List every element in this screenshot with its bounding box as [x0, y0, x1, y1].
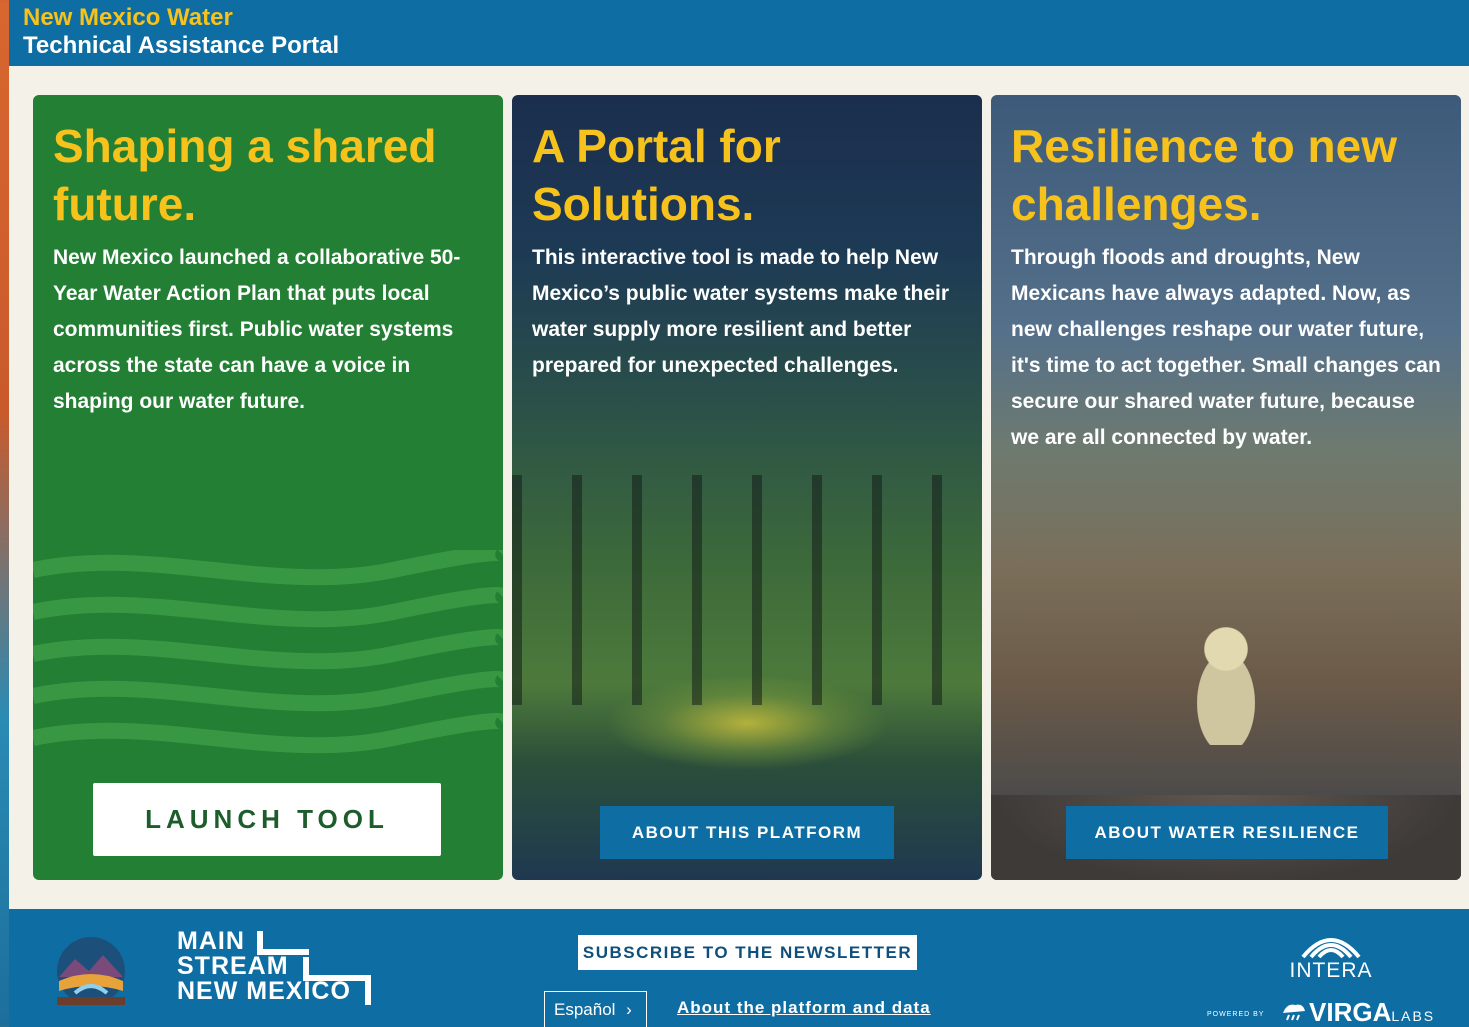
site-title-line2[interactable]: Technical Assistance Portal: [23, 32, 1469, 60]
panel-heading: Resilience to new challenges.: [1011, 120, 1398, 230]
waves-decoration: [33, 550, 503, 754]
virga-wordmark: VIRGALABS: [1309, 997, 1435, 1027]
logo-line-new-mexico: NEW MEXICO: [177, 977, 351, 1005]
chevron-right-icon: ›: [626, 1000, 632, 1019]
panel-shared-future: Shaping a shared future. New Mexico laun…: [33, 95, 503, 880]
page: New Mexico Water Technical Assistance Po…: [9, 0, 1469, 1027]
logo-bar: [257, 949, 309, 955]
subscribe-newsletter-button[interactable]: SUBSCRIBE TO THE NEWSLETTER: [578, 935, 917, 970]
orchard-trees: [512, 475, 982, 705]
panel-body: New Mexico launched a collaborative 50-Y…: [53, 246, 461, 413]
launch-tool-button[interactable]: LAUNCH TOOL: [93, 783, 441, 856]
intera-wordmark: INTERA: [1289, 959, 1373, 982]
intera-logo[interactable]: INTERA: [1271, 929, 1391, 984]
about-resilience-button[interactable]: ABOUT WATER RESILIENCE: [1066, 806, 1388, 859]
powered-by-label: POWERED BY: [1207, 1011, 1265, 1018]
panel-body: This interactive tool is made to help Ne…: [532, 246, 950, 377]
logo-bar: [365, 981, 371, 1005]
main-stream-new-mexico-logo[interactable]: MAIN STREAM NEW MEXICO: [177, 929, 377, 1009]
site-title-line1[interactable]: New Mexico Water: [23, 4, 1469, 32]
language-toggle-button[interactable]: Español ›: [544, 991, 647, 1027]
site-header: New Mexico Water Technical Assistance Po…: [9, 0, 1469, 66]
intera-arc-icon: [1301, 938, 1361, 959]
site-footer: MAIN STREAM NEW MEXICO SUBSCRIBE TO THE …: [9, 909, 1469, 1027]
seated-person: [1181, 625, 1271, 745]
language-label: Español: [554, 1000, 616, 1019]
virga-text: VIRGA: [1309, 997, 1392, 1027]
state-engineer-seal-logo[interactable]: [45, 931, 137, 1007]
panel-heading: A Portal for Solutions.: [532, 120, 781, 230]
about-platform-button[interactable]: ABOUT THIS PLATFORM: [600, 806, 894, 859]
labs-text: LABS: [1391, 1008, 1436, 1024]
panel-heading: Shaping a shared future.: [53, 120, 437, 230]
panel-body: Through floods and droughts, New Mexican…: [1011, 246, 1441, 449]
panel-resilience: Resilience to new challenges. Through fl…: [991, 95, 1461, 880]
about-platform-data-link[interactable]: About the platform and data: [677, 998, 931, 1018]
virga-cloud-icon: [1283, 1004, 1305, 1021]
virga-labs-logo[interactable]: POWERED BY VIRGALABS: [1207, 997, 1457, 1027]
logo-bar: [303, 975, 371, 981]
panel-portal-solutions: A Portal for Solutions. This interactive…: [512, 95, 982, 880]
